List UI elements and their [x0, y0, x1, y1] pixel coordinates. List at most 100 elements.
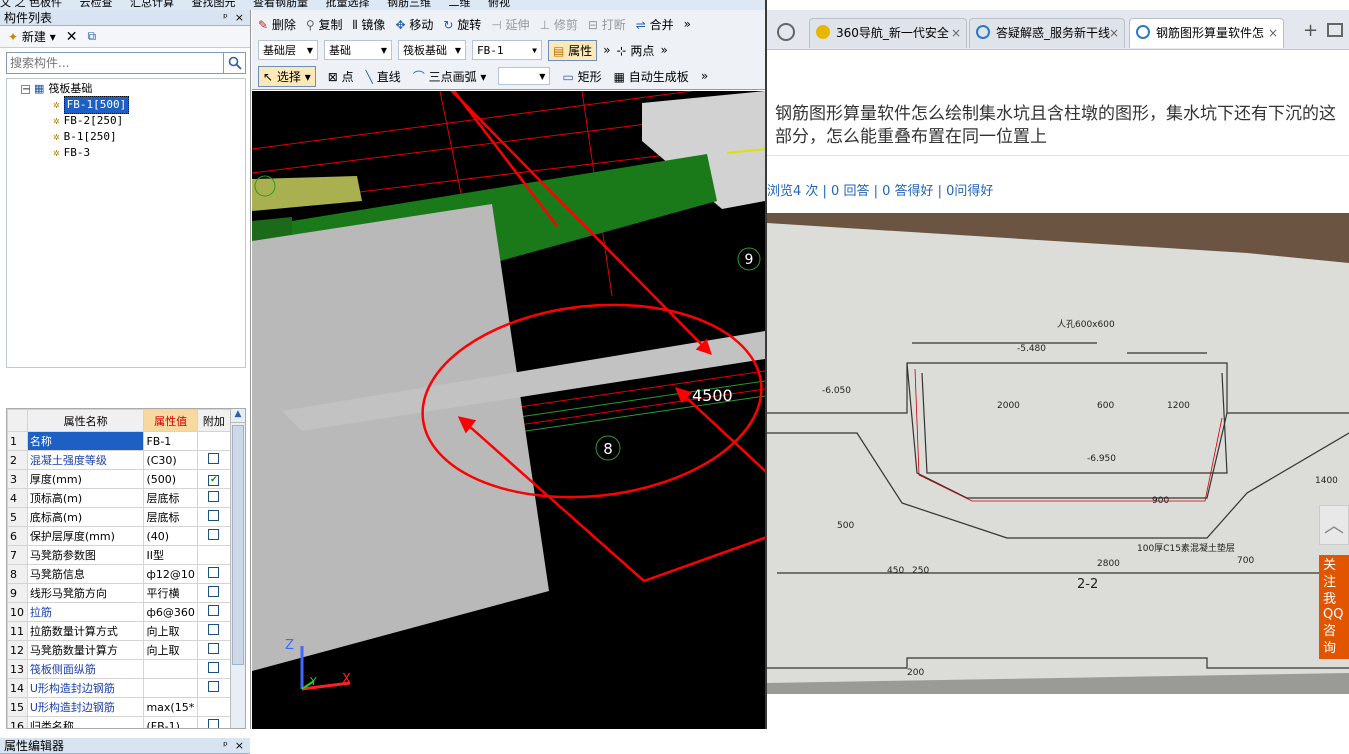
- property-value[interactable]: (500): [143, 469, 198, 489]
- checkbox[interactable]: [208, 586, 220, 597]
- close-icon[interactable]: ×: [235, 11, 244, 24]
- property-value[interactable]: 层底标: [143, 488, 198, 508]
- browser-tab[interactable]: 360导航_新一代安全 ×: [809, 18, 967, 48]
- property-row[interactable]: 9 线形马凳筋方向 平行横: [7, 583, 232, 603]
- category-select[interactable]: 筏板基础 ▼: [398, 40, 466, 60]
- property-row[interactable]: 4 顶标高(m) 层底标: [7, 488, 232, 508]
- browser-tab[interactable]: 答疑解惑_服务新干线 ×: [969, 18, 1125, 48]
- close-icon[interactable]: ×: [235, 739, 244, 752]
- auto-generate-button[interactable]: ▦ 自动生成板: [614, 68, 689, 85]
- property-value[interactable]: (FB-1): [143, 716, 198, 728]
- checkbox[interactable]: [208, 529, 220, 540]
- top-strip-item[interactable]: 钢筋三维: [387, 0, 431, 9]
- top-strip-item[interactable]: 查看钢筋量: [253, 0, 308, 9]
- property-row[interactable]: 1 名称 FB-1: [7, 431, 232, 451]
- property-value[interactable]: FB-1: [143, 431, 198, 451]
- property-row[interactable]: 15 U形构造封边钢筋 max(15*: [7, 697, 232, 717]
- property-value[interactable]: ф12@10: [143, 564, 198, 584]
- delete-icon[interactable]: ✕: [66, 29, 78, 45]
- checkbox-checked[interactable]: ✔: [208, 475, 220, 486]
- tree-item[interactable]: ✲ FB-1[500]: [53, 96, 130, 114]
- property-row[interactable]: 8 马凳筋信息 ф12@10: [7, 564, 232, 584]
- search-input[interactable]: [7, 53, 223, 73]
- question-stats[interactable]: 浏览4 次 | 0 回答 | 0 答得好 | 0问得好: [767, 180, 993, 199]
- checkbox[interactable]: [208, 491, 220, 502]
- top-strip-item[interactable]: 查找图元: [192, 0, 236, 9]
- property-row[interactable]: 2 混凝土强度等级 (C30): [7, 450, 232, 470]
- property-value[interactable]: (C30): [143, 450, 198, 470]
- checkbox[interactable]: [208, 605, 220, 616]
- checkbox[interactable]: [208, 662, 220, 673]
- checkbox[interactable]: [208, 643, 220, 654]
- arc-options-select[interactable]: ▼: [498, 67, 551, 85]
- 3d-viewport[interactable]: 9 8 4500 Z X Y: [252, 91, 765, 729]
- floor-select[interactable]: 基础层 ▼: [258, 40, 318, 60]
- trim-button[interactable]: ⊥ 修剪: [540, 16, 578, 33]
- property-value[interactable]: II型: [143, 545, 198, 565]
- property-value[interactable]: max(15*: [143, 697, 198, 717]
- property-row[interactable]: 10 拉筋 ф6@360: [7, 602, 232, 622]
- type-select[interactable]: 基础 ▼: [324, 40, 392, 60]
- property-value[interactable]: 层底标: [143, 507, 198, 527]
- close-icon[interactable]: ×: [1109, 19, 1119, 47]
- scrollbar-thumb[interactable]: [232, 425, 244, 665]
- cloud-icon[interactable]: [777, 23, 795, 41]
- mirror-button[interactable]: ⫴ 镜像: [353, 16, 386, 33]
- copy-button[interactable]: ⚲ 复制: [306, 16, 343, 33]
- top-strip-item[interactable]: 云检查: [80, 0, 113, 9]
- property-row[interactable]: 16 归类名称 (FB-1): [7, 716, 232, 728]
- delete-button[interactable]: ✎ 删除: [258, 16, 296, 33]
- point-button[interactable]: ⊠ 点: [328, 68, 354, 85]
- property-grid-scrollbar[interactable]: ▲: [230, 409, 245, 728]
- move-button[interactable]: ✥ 移动: [395, 16, 433, 33]
- more-icon[interactable]: »: [684, 17, 691, 31]
- close-icon[interactable]: ×: [951, 19, 961, 47]
- more-icon[interactable]: »: [660, 43, 667, 57]
- property-value[interactable]: [143, 678, 198, 698]
- model-canvas[interactable]: 9 8 4500 Z X Y: [252, 91, 765, 729]
- extend-button[interactable]: ⊣ 延伸: [491, 16, 529, 33]
- property-row[interactable]: 14 U形构造封边钢筋: [7, 678, 232, 698]
- break-button[interactable]: ⊟ 打断: [588, 16, 626, 33]
- scroll-up-icon[interactable]: ▲: [231, 409, 245, 423]
- line-button[interactable]: ╲ 直线: [366, 68, 401, 85]
- arc-button[interactable]: ⌒ 三点画弧 ▾: [413, 68, 487, 85]
- new-button[interactable]: ✦ 新建 ▾: [8, 28, 56, 45]
- new-tab-icon[interactable]: +: [1303, 20, 1318, 41]
- property-value[interactable]: (40): [143, 526, 198, 546]
- property-row[interactable]: 13 筏板侧面纵筋: [7, 659, 232, 679]
- close-icon[interactable]: ×: [1268, 19, 1278, 47]
- property-row[interactable]: 7 马凳筋参数图 II型: [7, 545, 232, 565]
- pin-icon[interactable]: ᵖ: [223, 11, 228, 24]
- property-row[interactable]: 3 厚度(mm) (500) ✔: [7, 469, 232, 489]
- select-button[interactable]: ↖ 选择 ▾: [258, 65, 316, 87]
- top-strip-item[interactable]: 批量选择: [326, 0, 370, 9]
- tree-item[interactable]: ✲ FB-2[250]: [53, 113, 123, 129]
- rotate-button[interactable]: ↻ 旋转: [443, 16, 481, 33]
- qq-consult-button[interactable]: QQ咨询: [1319, 604, 1349, 659]
- panel-controls[interactable]: ᵖ ×: [223, 10, 244, 26]
- more-icon[interactable]: »: [701, 69, 708, 83]
- more-icon[interactable]: »: [603, 43, 610, 57]
- collapse-icon[interactable]: −: [21, 84, 30, 94]
- property-value[interactable]: 平行横: [143, 583, 198, 603]
- search-icon[interactable]: [223, 53, 245, 73]
- property-value[interactable]: ф6@360: [143, 602, 198, 622]
- top-strip-item[interactable]: 汇总计算: [130, 0, 174, 9]
- tree-item[interactable]: ✲ B-1[250]: [53, 129, 117, 145]
- checkbox[interactable]: [208, 453, 220, 464]
- tree-root[interactable]: − ▦ 筏板基础: [21, 81, 92, 97]
- property-value[interactable]: 向上取: [143, 621, 198, 641]
- browser-tab-active[interactable]: 钢筋图形算量软件怎 ×: [1129, 18, 1284, 48]
- back-to-top-icon[interactable]: ︿: [1319, 505, 1349, 545]
- two-points-button[interactable]: ⊹ 两点: [617, 42, 655, 59]
- top-strip-item[interactable]: 文 之 色板件: [0, 0, 62, 9]
- tree-item[interactable]: ✲ FB-3: [53, 145, 90, 161]
- property-row[interactable]: 12 马凳筋数量计算方 向上取: [7, 640, 232, 660]
- panel-controls[interactable]: ᵖ ×: [223, 738, 244, 754]
- component-select[interactable]: FB-1 ▼: [472, 40, 542, 60]
- property-row[interactable]: 5 底标高(m) 层底标: [7, 507, 232, 527]
- pin-icon[interactable]: ᵖ: [223, 739, 228, 752]
- checkbox[interactable]: [208, 719, 220, 728]
- checkbox[interactable]: [208, 681, 220, 692]
